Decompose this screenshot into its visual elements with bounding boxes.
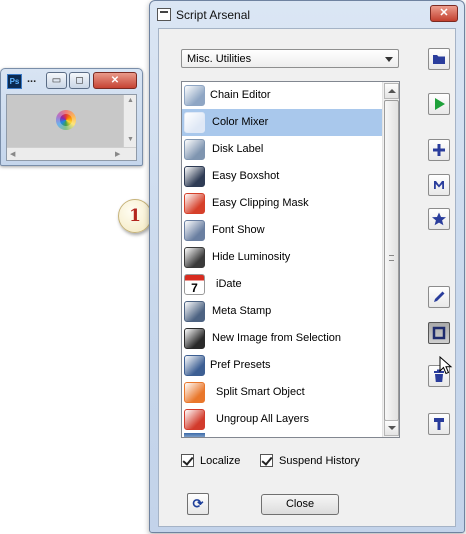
luminosity-icon (184, 247, 205, 268)
calendar-icon: 7 (184, 274, 205, 295)
script-list-item-label: Disk Label (212, 143, 264, 155)
photoshop-logo-icon: Ps (7, 74, 22, 89)
script-list-item[interactable]: Font Show (182, 217, 383, 244)
favorite-button[interactable] (428, 208, 450, 230)
scroll-up-icon: ▲ (127, 97, 134, 104)
script-list-item[interactable]: Meta Stamp (182, 298, 383, 325)
script-list-item[interactable]: Hide Luminosity (182, 244, 383, 271)
gear-icon (184, 85, 205, 106)
dialog-body: Misc. Utilities Chain Editor Color Mixer D… (158, 28, 456, 527)
refresh-button[interactable]: ⟳ (187, 493, 209, 515)
font-icon (184, 220, 205, 241)
maximize-button[interactable]: ◻ (69, 72, 90, 89)
document-thumbnail-icon (56, 110, 76, 130)
split-icon (184, 382, 205, 403)
script-list-item[interactable]: Pref Presets (182, 352, 383, 379)
script-list-item[interactable]: New Image from Selection (182, 325, 383, 352)
square-icon (432, 326, 446, 340)
photoshop-window-title: ... (27, 73, 37, 85)
open-folder-button[interactable] (428, 48, 450, 70)
script-list-item-label: Chain Editor (210, 89, 271, 101)
dialog-title: Script Arsenal (176, 8, 251, 22)
script-list-item-label: Color Mixer (212, 116, 269, 128)
localize-label: Localize (200, 455, 241, 467)
boxshot-icon (184, 166, 205, 187)
grip-icon (389, 255, 394, 261)
mixer-icon (184, 112, 205, 133)
script-list[interactable]: Chain Editor Color Mixer Disk Label Easy Bo… (181, 81, 400, 438)
mouse-pointer-icon (439, 356, 453, 375)
script-list-item-label: Font Show (212, 224, 265, 236)
script-list-item-label: iDate (216, 278, 242, 290)
category-dropdown[interactable]: Misc. Utilities (181, 49, 399, 68)
script-list-item[interactable]: 7 iDate (182, 271, 383, 298)
refresh-icon: ⟳ (192, 496, 204, 511)
checkmark-icon (181, 454, 194, 467)
script-list-item[interactable]: Disk Label (182, 136, 383, 163)
category-selected: Misc. Utilities (187, 53, 252, 65)
script-list-item-label: Pref Presets (210, 359, 271, 371)
scroll-up-button[interactable] (384, 83, 399, 99)
step-callout-badge: 1 (118, 199, 152, 233)
script-list-item[interactable]: Easy Boxshot (182, 163, 383, 190)
edit-button[interactable] (428, 286, 450, 308)
script-list-item-label: New Image from Selection (212, 332, 341, 344)
clipping-mask-icon (184, 193, 205, 214)
disk-icon (184, 139, 205, 160)
close-button[interactable]: Close (261, 494, 339, 515)
script-list-item-label: Split Smart Object (216, 386, 305, 398)
checkmark-icon (260, 454, 273, 467)
script-list-item[interactable]: Chain Editor (182, 82, 383, 109)
script-list-item-label: Hide Luminosity (212, 251, 291, 263)
preferences-icon (184, 355, 205, 376)
pin-icon (434, 418, 444, 430)
minimize-button[interactable]: ▭ (46, 72, 67, 89)
scroll-left-icon: ◀ (10, 151, 16, 158)
script-list-item[interactable]: Split Smart Object (182, 379, 383, 406)
script-list-item[interactable]: Ungroup All Layers (182, 406, 383, 433)
scroll-down-button[interactable] (384, 420, 399, 436)
photoshop-document-area[interactable]: ▲ ▼ ◀ ▶ (6, 94, 137, 161)
photoshop-horizontal-scrollbar[interactable]: ◀ ▶ (7, 147, 136, 160)
play-icon (435, 98, 445, 110)
photoshop-vertical-scrollbar[interactable]: ▲ ▼ (123, 95, 136, 148)
suspend-history-label: Suspend History (279, 455, 360, 467)
scrollbar-thumb[interactable] (384, 100, 399, 421)
photoshop-window: Ps ... ▭ ◻ ✕ ▲ ▼ ◀ ▶ (0, 68, 143, 166)
script-list-item[interactable]: Color Mixer (182, 109, 383, 136)
scroll-down-icon: ▼ (127, 136, 134, 143)
dialog-close-button[interactable]: ✕ (430, 5, 458, 22)
folder-icon (433, 55, 445, 64)
photoshop-titlebar[interactable]: Ps ... ▭ ◻ ✕ (1, 69, 142, 93)
script-list-item-label: Ungroup All Layers (216, 413, 309, 425)
stamp-icon (184, 301, 205, 322)
letter-m-icon (434, 181, 444, 189)
script-list-item-label: Easy Clipping Mask (212, 197, 309, 209)
add-button[interactable] (428, 139, 450, 161)
pin-button[interactable] (428, 413, 450, 435)
script-list-scrollbar[interactable] (382, 82, 399, 437)
scroll-right-icon: ▶ (115, 151, 121, 158)
macro-button[interactable] (428, 174, 450, 196)
script-arsenal-dialog: Script Arsenal ✕ Misc. Utilities Chain E… (149, 0, 465, 533)
pencil-icon (434, 291, 445, 302)
star-icon (432, 212, 446, 226)
script-list-item-label: Meta Stamp (212, 305, 272, 317)
ungroup-icon (184, 409, 205, 430)
window-icon (157, 8, 171, 21)
script-list-items: Chain Editor Color Mixer Disk Label Easy Bo… (182, 82, 383, 433)
selection-icon (184, 328, 205, 349)
script-list-item-label: Easy Boxshot (212, 170, 280, 182)
plus-icon (433, 144, 445, 156)
chevron-down-icon (385, 57, 393, 62)
script-list-item[interactable]: Easy Clipping Mask (182, 190, 383, 217)
record-button[interactable] (428, 322, 450, 344)
photoshop-close-button[interactable]: ✕ (93, 72, 137, 89)
partially-visible-item-icon (184, 433, 205, 437)
run-button[interactable] (428, 93, 450, 115)
